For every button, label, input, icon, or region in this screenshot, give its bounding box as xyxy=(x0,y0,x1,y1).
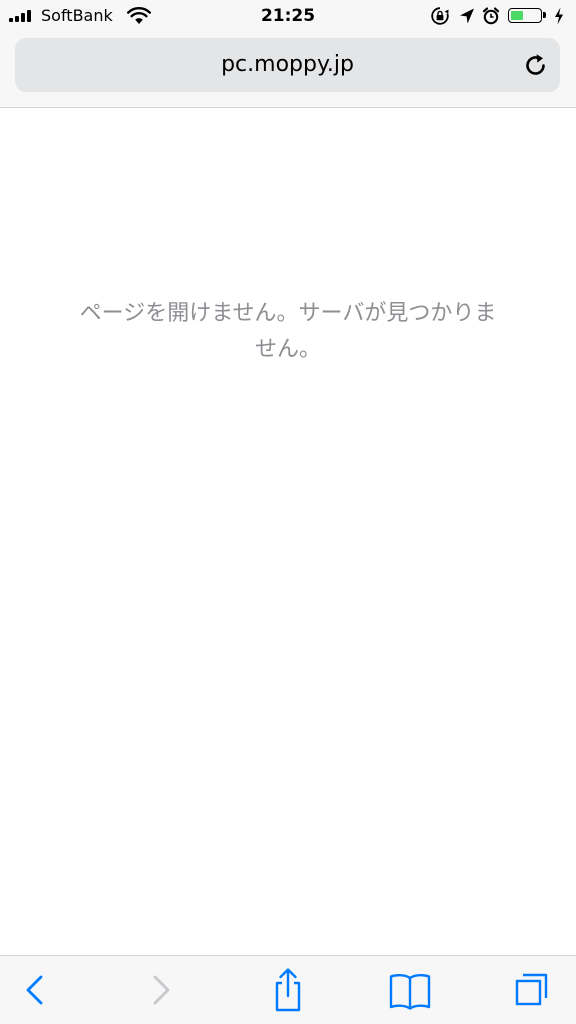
orientation-lock-icon xyxy=(431,7,449,25)
alarm-icon xyxy=(482,7,500,25)
battery-icon xyxy=(508,8,542,23)
forward-button[interactable] xyxy=(138,966,186,1014)
back-button[interactable] xyxy=(10,966,58,1014)
status-right-icons xyxy=(430,6,568,26)
share-button[interactable] xyxy=(264,966,312,1014)
reload-icon[interactable] xyxy=(522,51,550,79)
charging-bolt-icon xyxy=(555,7,563,25)
location-arrow-icon xyxy=(460,8,474,24)
status-bar: SoftBank 21:25 xyxy=(0,0,576,32)
tabs-button[interactable] xyxy=(508,966,556,1014)
page-error-message: ページを開けません。サーバが見つかりません。 xyxy=(79,301,497,362)
url-text[interactable]: pc.moppy.jp xyxy=(15,52,560,78)
safari-screen: SoftBank 21:25 pc.moppy.jp ページを開けません。サーバ… xyxy=(0,0,576,1024)
bottom-toolbar xyxy=(0,955,576,1024)
battery-cap xyxy=(543,12,546,18)
battery-level xyxy=(511,11,524,20)
bookmarks-button[interactable] xyxy=(386,966,434,1014)
address-bar[interactable]: pc.moppy.jp xyxy=(15,38,560,92)
top-chrome: SoftBank 21:25 pc.moppy.jp xyxy=(0,0,576,108)
